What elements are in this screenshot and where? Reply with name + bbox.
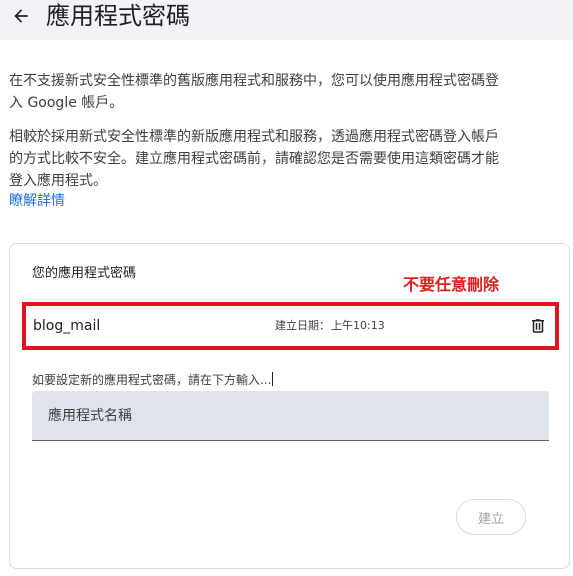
learn-more-link[interactable]: 瞭解詳情	[9, 191, 65, 211]
app-name-input[interactable]	[32, 391, 549, 440]
new-password-hint: 如要設定新的應用程式密碼，請在下方輸入...	[32, 371, 274, 389]
password-row: blog_mail 建立日期：上午10:13	[22, 302, 559, 350]
app-passwords-card: 您的應用程式密碼 不要任意刪除 blog_mail 建立日期：上午10:13 如…	[9, 243, 570, 569]
back-button[interactable]	[9, 4, 33, 28]
text-cursor	[272, 372, 274, 386]
create-button[interactable]: 建立	[456, 499, 526, 535]
password-name: blog_mail	[33, 318, 101, 334]
trash-icon	[532, 319, 544, 333]
arrow-left-icon	[14, 9, 28, 23]
password-created-date: 建立日期：上午10:13	[275, 318, 385, 334]
delete-password-button[interactable]	[526, 314, 550, 338]
created-time: 上午10:13	[331, 319, 385, 332]
intro-paragraph-2: 相較於採用新式安全性標準的新版應用程式和服務，透過應用程式密碼登入帳戶的方式比較…	[9, 129, 499, 189]
app-name-field	[32, 391, 549, 441]
warning-annotation: 不要任意刪除	[403, 275, 500, 294]
intro-paragraph-1: 在不支援新式安全性標準的舊版應用程式和服務中，您可以使用應用程式密碼登入 Goo…	[9, 73, 499, 111]
card-title: 您的應用程式密碼	[32, 266, 137, 281]
page-header: 應用程式密碼	[0, 0, 573, 40]
page-title: 應用程式密碼	[46, 2, 190, 30]
new-password-hint-text: 如要設定新的應用程式密碼，請在下方輸入...	[32, 373, 272, 387]
created-label: 建立日期：	[275, 319, 330, 332]
